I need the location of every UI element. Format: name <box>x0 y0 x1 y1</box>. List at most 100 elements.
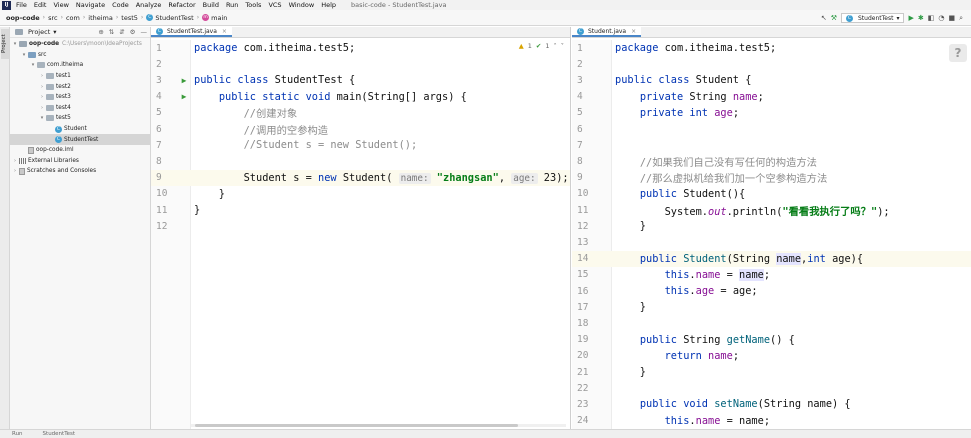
code-line[interactable]: 10 public Student(){ <box>572 186 971 202</box>
run-gutter-icon[interactable]: ▶ <box>177 76 191 85</box>
chevron-down-icon[interactable]: ▾ <box>39 115 45 121</box>
project-tool-tab[interactable]: Project <box>1 29 9 59</box>
code-line[interactable]: 21 } <box>572 364 971 380</box>
tree-item[interactable]: › Scratches and Consoles <box>10 166 150 177</box>
gear-icon[interactable]: ⚙ <box>130 28 136 36</box>
chevron-down-icon[interactable]: ▾ <box>12 41 18 47</box>
code-line[interactable]: 13 <box>572 234 971 250</box>
code-line[interactable]: 6 //调用的空参构造 <box>151 121 570 137</box>
code-line[interactable]: 8 <box>151 153 570 169</box>
code-line[interactable]: 3 public class Student { <box>572 72 971 88</box>
profile-icon[interactable]: ◔ <box>938 14 944 22</box>
code-line[interactable]: 17 } <box>572 299 971 315</box>
search-icon[interactable]: ⌕ <box>959 14 963 23</box>
status-item[interactable]: Run <box>12 431 23 437</box>
coverage-icon[interactable]: ◧ <box>928 14 935 22</box>
chevron-right-icon[interactable]: › <box>12 158 18 164</box>
tree-item[interactable]: › test4 <box>10 103 150 114</box>
chevron-down-icon[interactable]: ▾ <box>30 62 36 68</box>
code-line[interactable]: 11 System.out.println("看看我执行了吗？"); <box>572 202 971 218</box>
code-line[interactable]: 22 <box>572 380 971 396</box>
menu-item[interactable]: Run <box>226 1 238 9</box>
code-line[interactable]: 1 package com.itheima.test5; <box>572 40 971 56</box>
tab-student-test-java[interactable]: C StudentTest.java × <box>151 27 232 37</box>
code-line[interactable]: 7 <box>572 137 971 153</box>
code-area[interactable]: 1 package com.itheima.test5; 2 3 public clas… <box>572 40 971 429</box>
breadcrumb-item[interactable]: C StudentTest <box>146 14 194 22</box>
tab-student-java[interactable]: C Student.java × <box>572 27 642 37</box>
breadcrumb-item[interactable]: oop-code <box>6 14 40 22</box>
hide-icon[interactable]: — <box>141 28 148 36</box>
tree-item[interactable]: ▾ test5 <box>10 113 150 124</box>
tree-item[interactable]: oop-code.iml <box>10 145 150 156</box>
menu-item[interactable]: Window <box>289 1 315 9</box>
menu-item[interactable]: Edit <box>34 1 47 9</box>
run-icon[interactable]: ▶ <box>908 14 913 22</box>
tree-item[interactable]: › test3 <box>10 92 150 103</box>
tree-item[interactable]: › test1 <box>10 71 150 82</box>
run-configuration-select[interactable]: C StudentTest ▾ <box>841 13 905 23</box>
tree-item[interactable]: › test2 <box>10 81 150 92</box>
code-line[interactable]: 19 public String getName() { <box>572 332 971 348</box>
menu-item[interactable]: VCS <box>268 1 281 9</box>
code-line[interactable]: 5 private int age; <box>572 105 971 121</box>
menu-item[interactable]: Build <box>203 1 219 9</box>
scrollbar-thumb[interactable] <box>195 424 518 427</box>
menu-item[interactable]: Help <box>321 1 336 9</box>
code-line[interactable]: 14 public Student(String name,int age){ <box>572 250 971 267</box>
code-line[interactable]: 1 package com.itheima.test5; <box>151 40 570 56</box>
tree-item[interactable]: › External Libraries <box>10 156 150 167</box>
stop-icon[interactable]: ■ <box>948 14 955 22</box>
expand-all-icon[interactable]: ⇵ <box>119 28 124 36</box>
code-line[interactable]: 6 <box>572 121 971 137</box>
tree-item[interactable]: ▾ oop-code C:\Users\moon\IdeaProjects <box>10 39 150 50</box>
code-line[interactable]: 2 <box>151 56 570 72</box>
back-arrow-icon[interactable]: ↖ <box>821 14 827 22</box>
code-line[interactable]: 9 //那么虚拟机给我们加一个空参构造方法 <box>572 170 971 186</box>
chevron-right-icon[interactable]: › <box>39 94 45 100</box>
code-line[interactable]: 9 Student s = new Student( name: "zhangs… <box>151 169 570 186</box>
tree-item[interactable]: C StudentTest <box>10 134 150 145</box>
code-line[interactable]: 16 this.age = age; <box>572 283 971 299</box>
code-line[interactable]: 4 ▶ public static void main(String[] args… <box>151 89 570 105</box>
code-line[interactable]: 20 return name; <box>572 348 971 364</box>
locate-icon[interactable]: ⊕ <box>98 28 103 36</box>
chevron-right-icon[interactable]: › <box>39 73 45 79</box>
menu-item[interactable]: Code <box>112 1 129 9</box>
code-line[interactable]: 12 <box>151 218 570 234</box>
chevron-right-icon[interactable]: › <box>39 105 45 111</box>
code-line[interactable]: 24 this.name = name; <box>572 413 971 429</box>
chevron-right-icon[interactable]: › <box>39 84 45 90</box>
code-line[interactable]: 8 //如果我们自己没有写任何的构造方法 <box>572 153 971 169</box>
status-item[interactable]: StudentTest <box>43 431 75 437</box>
code-line[interactable]: 10 } <box>151 186 570 202</box>
menu-item[interactable]: Navigate <box>76 1 105 9</box>
close-icon[interactable]: × <box>631 28 636 35</box>
code-line[interactable]: 2 <box>572 56 971 72</box>
tree-item[interactable]: ▾ src <box>10 50 150 61</box>
breadcrumb-item[interactable]: m main <box>202 14 227 22</box>
code-line[interactable]: 4 private String name; <box>572 89 971 105</box>
tree-item[interactable]: ▾ com.itheima <box>10 60 150 71</box>
menu-item[interactable]: View <box>53 1 68 9</box>
menu-item[interactable]: Refactor <box>168 1 195 9</box>
menu-item[interactable]: Analyze <box>136 1 162 9</box>
menu-item[interactable]: File <box>16 1 27 9</box>
menu-item[interactable]: Tools <box>245 1 261 9</box>
run-gutter-icon[interactable]: ▶ <box>177 92 191 101</box>
chevron-right-icon[interactable]: › <box>12 168 18 174</box>
code-line[interactable]: 18 <box>572 315 971 331</box>
breadcrumb-item[interactable]: itheima <box>88 14 113 22</box>
code-area[interactable]: 1 package com.itheima.test5; 2 3 ▶ public cla… <box>151 40 570 429</box>
code-line[interactable]: 23 public void setName(String name) { <box>572 396 971 412</box>
close-icon[interactable]: × <box>222 28 227 35</box>
chevron-down-icon[interactable]: ▾ <box>21 52 27 58</box>
collapse-all-icon[interactable]: ⇅ <box>109 28 114 36</box>
horizontal-scrollbar[interactable] <box>191 424 566 427</box>
code-line[interactable]: 11} <box>151 202 570 218</box>
build-hammer-icon[interactable]: ⚒ <box>831 14 837 22</box>
code-line[interactable]: 12 } <box>572 218 971 234</box>
code-line[interactable]: 3 ▶ public class StudentTest { <box>151 72 570 88</box>
code-line[interactable]: 7 //Student s = new Student(); <box>151 137 570 153</box>
code-line[interactable]: 5 //创建对象 <box>151 105 570 121</box>
